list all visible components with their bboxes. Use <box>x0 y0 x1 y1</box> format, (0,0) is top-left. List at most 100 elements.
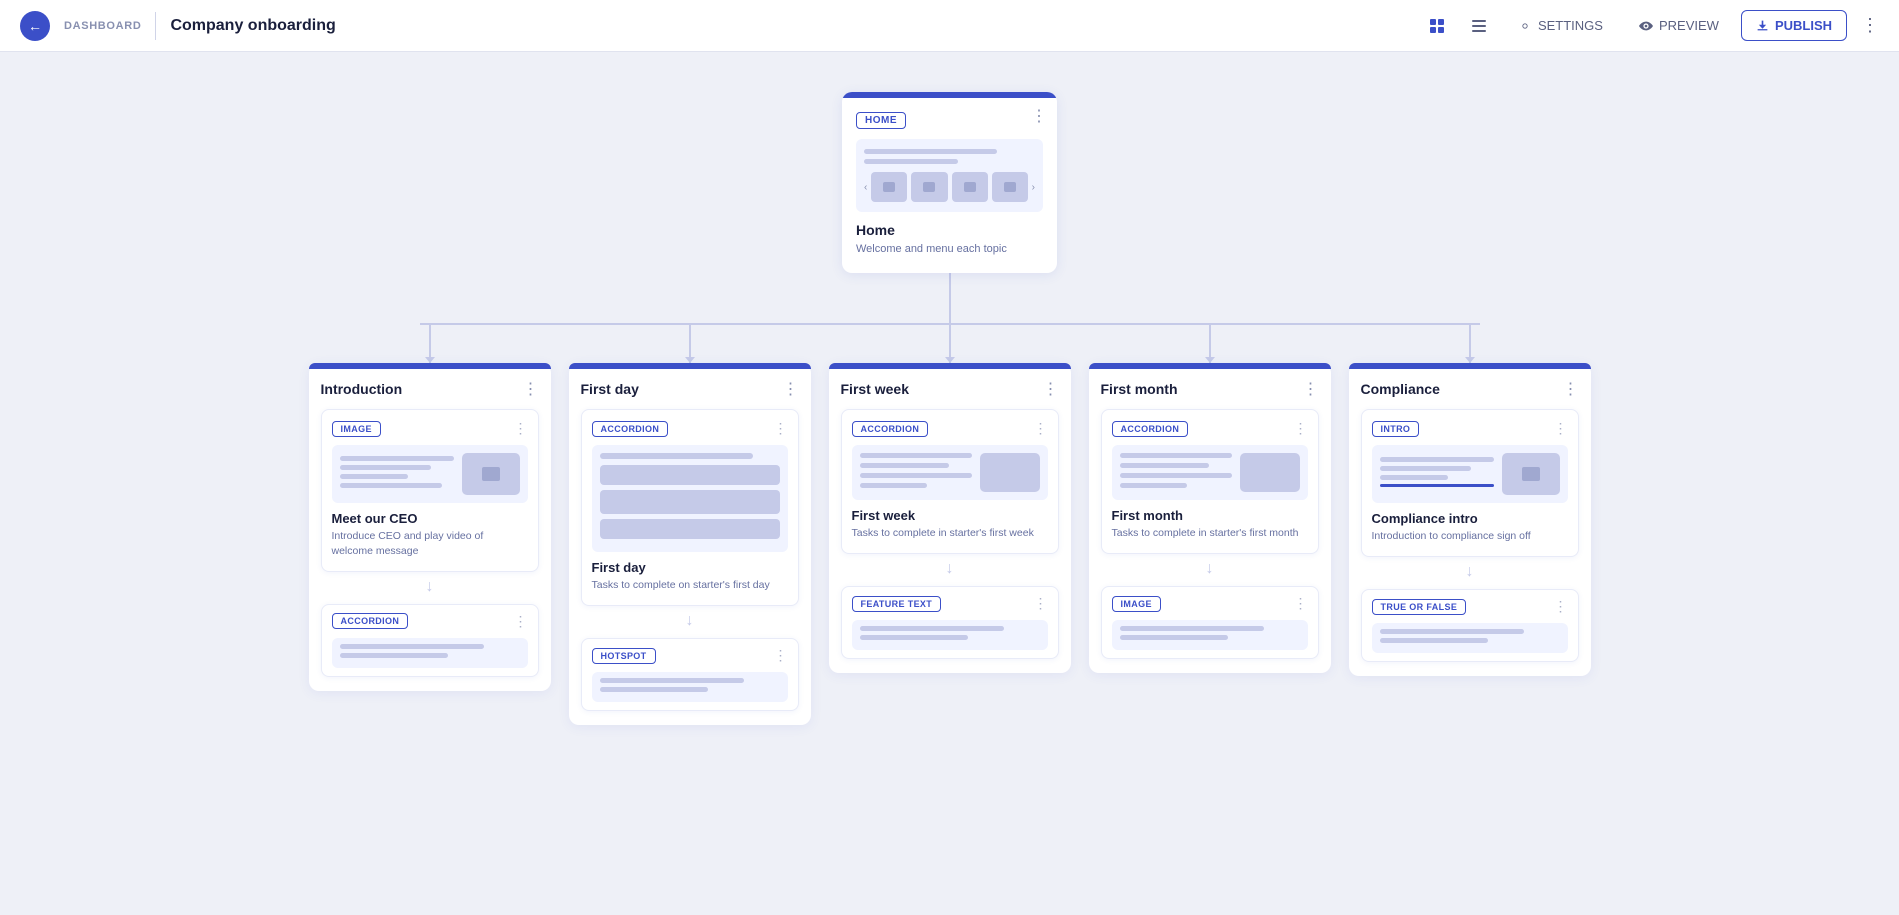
lesson-card-first-week[interactable]: ACCORDION ⋮ <box>841 409 1059 554</box>
home-card-inner: HOME ⋮ ‹ › Home Welcome and menu each <box>842 98 1057 273</box>
preview-line <box>864 149 997 154</box>
lesson-desc: Introduction to compliance sign off <box>1372 529 1568 544</box>
section-card-introduction[interactable]: Introduction ⋮ IMAGE ⋮ <box>309 363 551 690</box>
carousel-thumb <box>871 172 907 202</box>
lesson-card-inner: ACCORDION ⋮ First day T <box>582 410 798 605</box>
lesson-desc: Tasks to complete in starter's first wee… <box>852 526 1048 541</box>
section-card-header: First day ⋮ <box>569 369 811 399</box>
lesson-card-ceo[interactable]: IMAGE ⋮ <box>321 409 539 571</box>
section-dots[interactable]: ⋮ <box>523 379 539 399</box>
acc-left <box>860 453 972 492</box>
bottom-lesson-dots[interactable]: ⋮ <box>1554 598 1568 615</box>
preview-line <box>1120 635 1228 640</box>
publish-button[interactable]: PUBLISH <box>1741 10 1847 41</box>
home-node-wrapper: HOME ⋮ ‹ › Home Welcome and menu each <box>842 92 1057 323</box>
acc-header-line <box>600 453 753 459</box>
preview-line <box>340 483 443 488</box>
carousel-thumb <box>992 172 1028 202</box>
lesson-preview <box>332 445 528 503</box>
preview-line <box>860 463 950 468</box>
lesson-card-first-day[interactable]: ACCORDION ⋮ First day T <box>581 409 799 606</box>
bottom-lesson-card[interactable]: HOTSPOT ⋮ <box>581 638 799 711</box>
preview-button[interactable]: PREVIEW <box>1625 11 1733 40</box>
publish-label: PUBLISH <box>1775 18 1832 33</box>
thumbnail-icon <box>1522 467 1540 481</box>
section-card-header: First month ⋮ <box>1089 369 1331 399</box>
carousel-thumb <box>911 172 947 202</box>
bottom-lesson-card[interactable]: IMAGE ⋮ <box>1101 586 1319 659</box>
bottom-lesson-dots[interactable]: ⋮ <box>774 647 788 664</box>
home-card[interactable]: HOME ⋮ ‹ › Home Welcome and menu each <box>842 92 1057 273</box>
bottom-lesson-card[interactable]: FEATURE TEXT ⋮ <box>841 586 1059 659</box>
thumb-icon <box>883 182 895 192</box>
lesson-dots[interactable]: ⋮ <box>1554 420 1568 437</box>
preview-line <box>1120 626 1264 631</box>
bottom-badge: IMAGE <box>1112 596 1161 612</box>
section-card-first-month[interactable]: First month ⋮ ACCORDION ⋮ <box>1089 363 1331 673</box>
section-arrow-down: ↓ <box>321 572 539 602</box>
section-card-first-day[interactable]: First day ⋮ ACCORDION ⋮ <box>569 363 811 725</box>
section-card-body: ACCORDION ⋮ First day T <box>569 399 811 725</box>
lesson-dots[interactable]: ⋮ <box>514 420 528 437</box>
section-dots[interactable]: ⋮ <box>783 379 799 399</box>
section-dots[interactable]: ⋮ <box>1303 379 1319 399</box>
lesson-card-compliance-intro[interactable]: INTRO ⋮ <box>1361 409 1579 557</box>
bottom-lesson-dots[interactable]: ⋮ <box>514 613 528 630</box>
bottom-lesson-card[interactable]: TRUE OR FALSE ⋮ <box>1361 589 1579 662</box>
acc-block <box>600 490 780 514</box>
branches-row: Introduction ⋮ IMAGE ⋮ <box>309 323 1591 725</box>
bottom-lesson-preview <box>1112 620 1308 650</box>
lesson-badge-row: INTRO ⋮ <box>1372 420 1568 437</box>
preview-line <box>1380 629 1524 634</box>
lesson-card-first-month[interactable]: ACCORDION ⋮ <box>1101 409 1319 554</box>
lesson-dots[interactable]: ⋮ <box>774 420 788 437</box>
section-arrow-down: ↓ <box>1101 554 1319 584</box>
page-title: Company onboarding <box>170 17 335 35</box>
section-card-compliance[interactable]: Compliance ⋮ INTRO ⋮ <box>1349 363 1591 676</box>
preview-line <box>340 456 454 461</box>
preview-progress-line <box>1380 484 1494 487</box>
lesson-dots[interactable]: ⋮ <box>1294 420 1308 437</box>
lesson-title: First month <box>1112 508 1308 523</box>
bottom-lesson-preview <box>592 672 788 702</box>
home-connector-down <box>949 273 951 323</box>
bottom-lesson-card[interactable]: ACCORDION ⋮ <box>321 604 539 677</box>
lesson-badge: INTRO <box>1372 421 1420 437</box>
bottom-badge-row: HOTSPOT ⋮ <box>592 647 788 664</box>
acc-block <box>600 465 780 485</box>
preview-line <box>860 626 1004 631</box>
more-options-button[interactable]: ⋮ <box>1861 15 1879 36</box>
lesson-badge-row: IMAGE ⋮ <box>332 420 528 437</box>
bottom-lesson-dots[interactable]: ⋮ <box>1294 595 1308 612</box>
section-dots[interactable]: ⋮ <box>1563 379 1579 399</box>
bottom-badge: ACCORDION <box>332 613 409 629</box>
thumb-icon <box>1004 182 1016 192</box>
bottom-lesson-dots[interactable]: ⋮ <box>1034 595 1048 612</box>
lesson-title: First day <box>592 560 788 575</box>
lesson-badge-row: ACCORDION ⋮ <box>1112 420 1308 437</box>
lesson-dots[interactable]: ⋮ <box>1034 420 1048 437</box>
preview-line <box>600 678 744 683</box>
home-card-dots[interactable]: ⋮ <box>1031 106 1047 126</box>
preview-line <box>1120 453 1232 458</box>
branch-down-line <box>1469 323 1471 363</box>
back-button[interactable]: ← <box>20 11 50 41</box>
section-card-first-week[interactable]: First week ⋮ ACCORDION ⋮ <box>829 363 1071 673</box>
preview-line <box>864 159 958 164</box>
bottom-badge-row: IMAGE ⋮ <box>1112 595 1308 612</box>
acc-preview-row <box>1120 453 1300 492</box>
branch-down-line <box>689 323 691 363</box>
section-dots[interactable]: ⋮ <box>1043 379 1059 399</box>
arrow-down-icon: ↓ <box>946 560 954 578</box>
header: ← DASHBOARD Company onboarding SETTINGS … <box>0 0 1899 52</box>
carousel-left-arrow: ‹ <box>864 182 867 193</box>
thumb-icon <box>964 182 976 192</box>
section-card-header: Introduction ⋮ <box>309 369 551 399</box>
acc-left <box>1120 453 1232 492</box>
settings-button[interactable]: SETTINGS <box>1504 11 1617 40</box>
lesson-badge: ACCORDION <box>852 421 929 437</box>
list-view-button[interactable] <box>1462 9 1496 43</box>
section-arrow-down: ↓ <box>581 606 799 636</box>
grid-view-button[interactable] <box>1420 9 1454 43</box>
dashboard-label[interactable]: DASHBOARD <box>64 20 141 32</box>
